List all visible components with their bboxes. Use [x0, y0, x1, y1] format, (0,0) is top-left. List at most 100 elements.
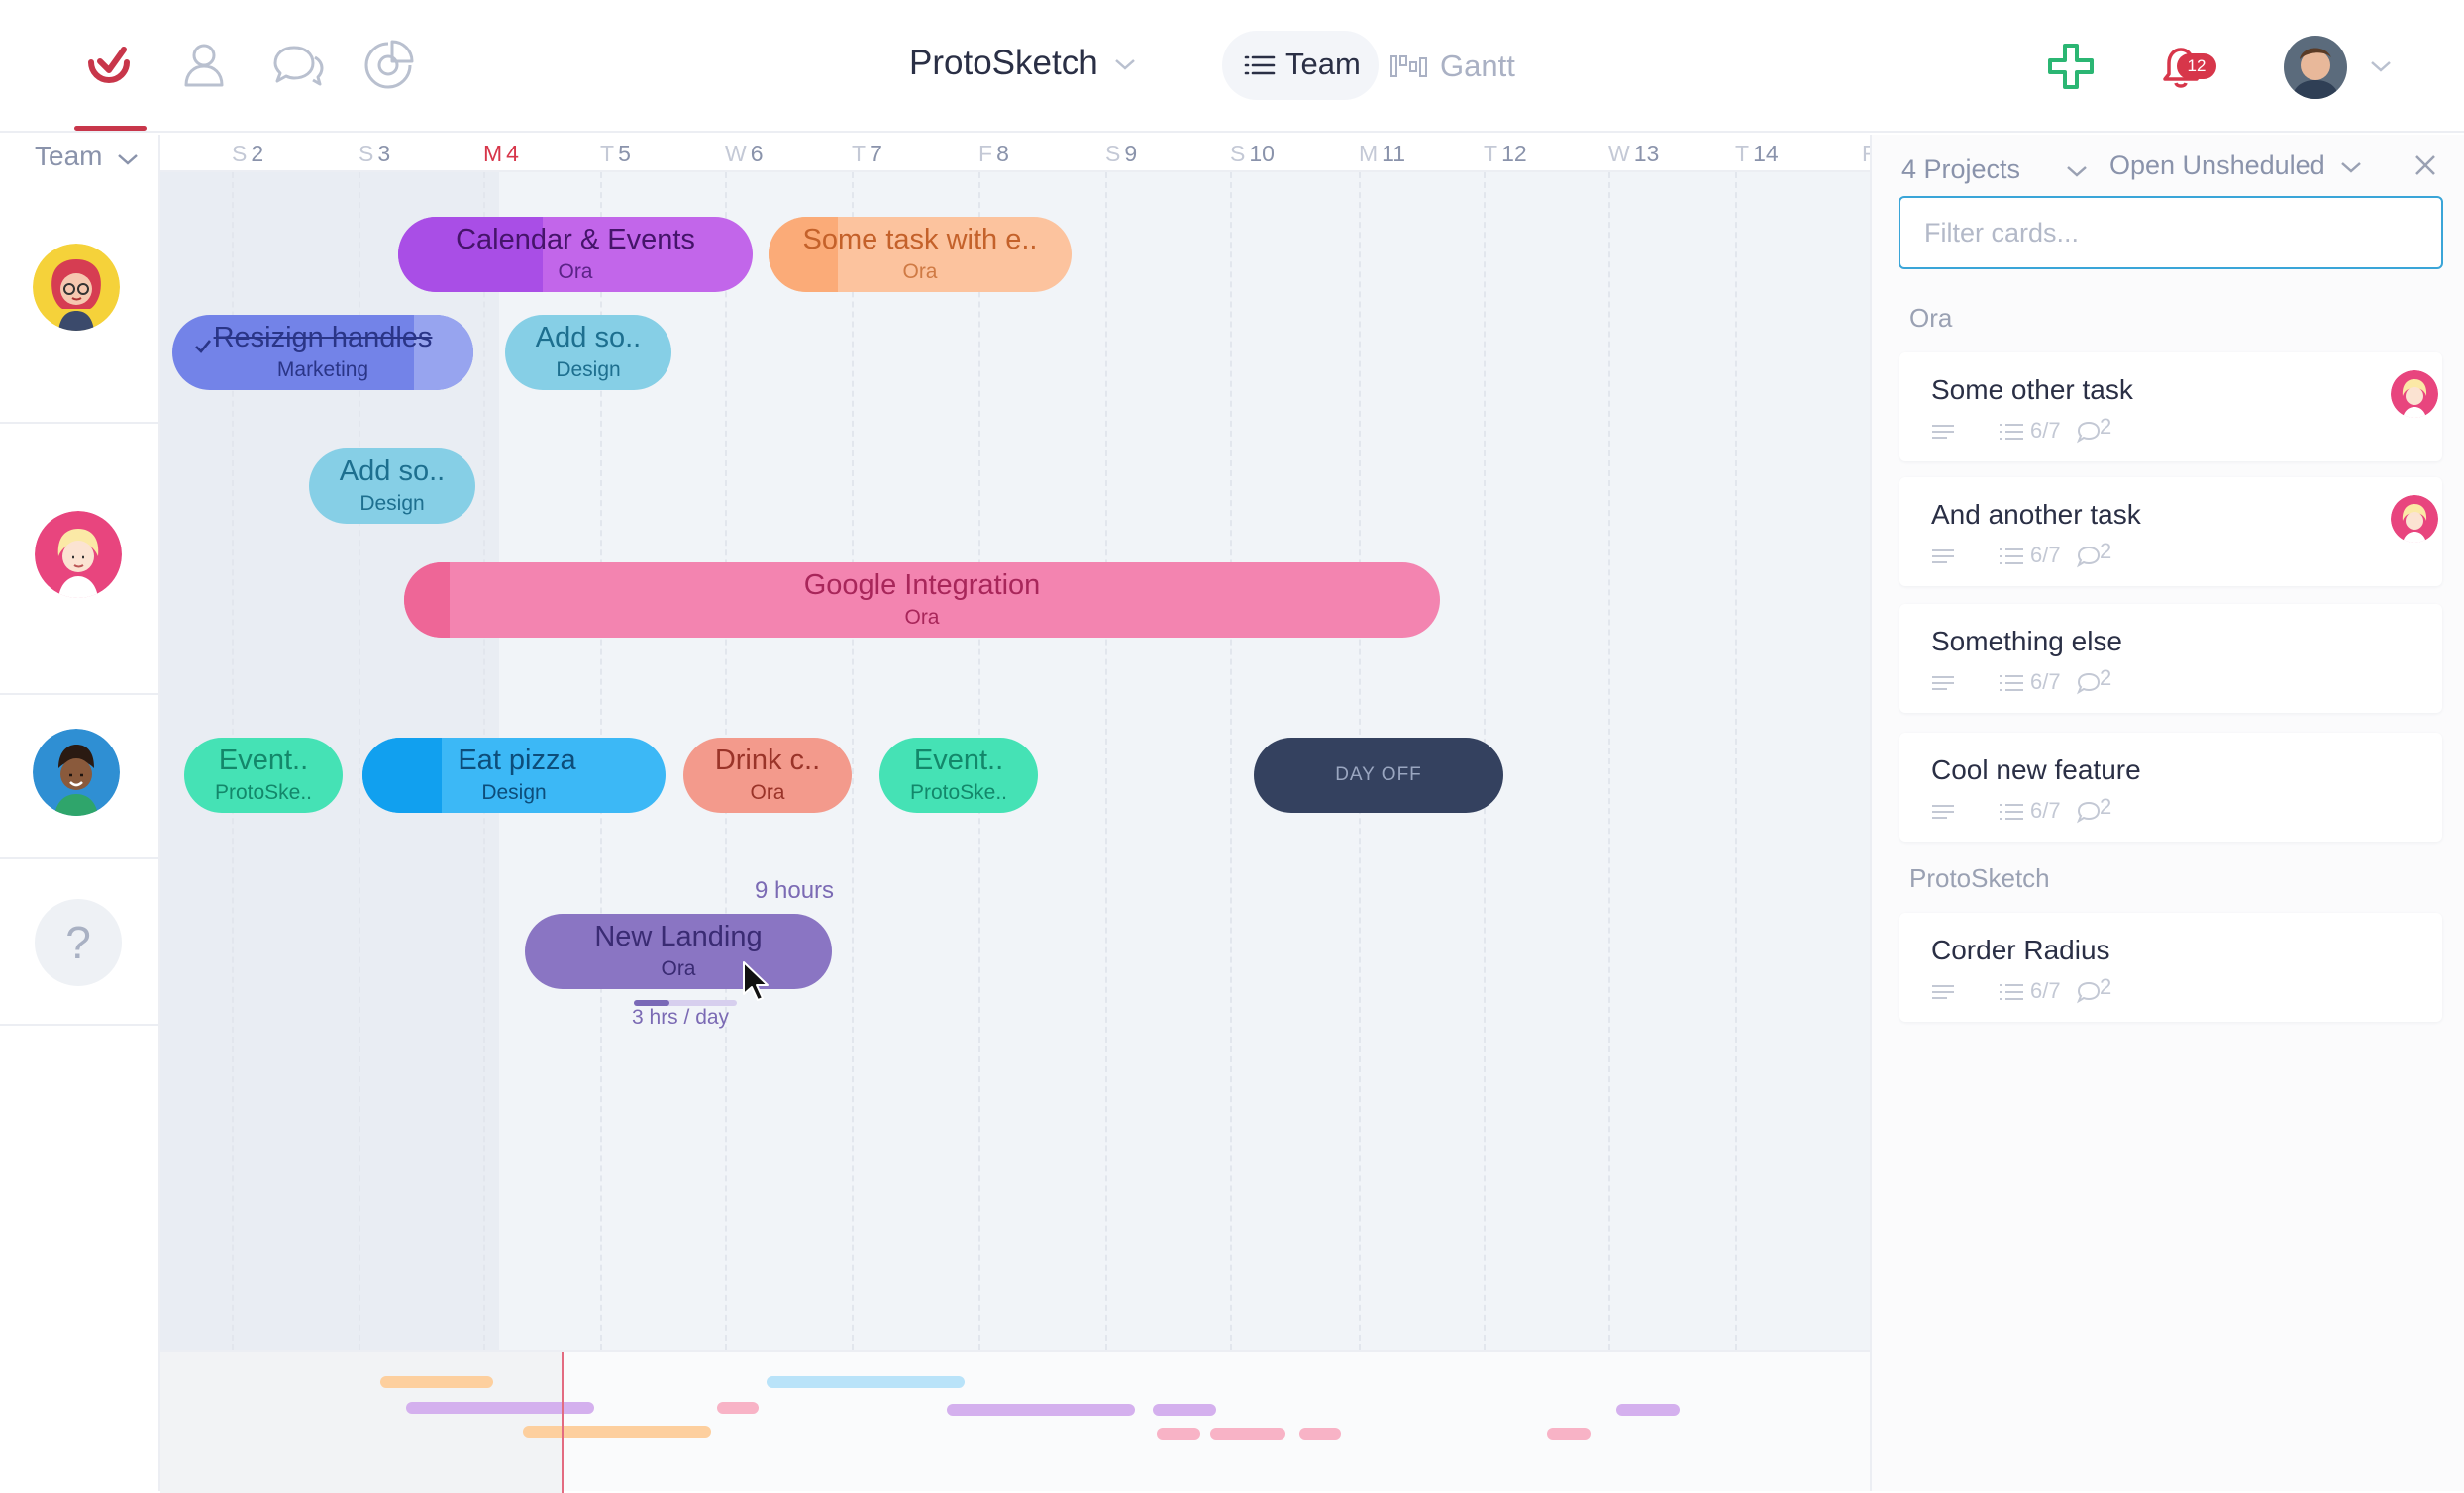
user-avatar[interactable]	[2284, 36, 2347, 99]
avatar[interactable]	[33, 729, 120, 816]
checklist-icon	[2000, 675, 2023, 691]
projects-filter[interactable]: 4 Projects	[1901, 154, 2020, 185]
chevron-down-icon[interactable]	[2065, 162, 2089, 180]
task-title: Resizign handles	[213, 322, 433, 353]
gantt-icon	[1390, 55, 1427, 77]
task-title: Google Integration	[803, 569, 1041, 601]
avatar[interactable]	[33, 244, 120, 331]
checklist-icon	[2000, 424, 2023, 440]
card-title: Something else	[1931, 626, 2123, 656]
assignee-avatar[interactable]	[2391, 370, 2438, 418]
group-label: ProtoSketch	[1909, 863, 2050, 893]
day-label: W6	[725, 141, 764, 166]
task-card[interactable]: Resizign handles Marketing	[172, 315, 473, 390]
unscheduled-card[interactable]: Some other task 6/7 2	[1899, 352, 2442, 461]
row-divider	[0, 422, 158, 424]
unscheduled-card[interactable]: And another task 6/7 2	[1899, 477, 2442, 586]
card-title: Some other task	[1931, 374, 2133, 405]
day-label: T7	[852, 141, 882, 166]
task-project: Design	[556, 358, 621, 381]
day-off-block[interactable]: DAY OFF	[1254, 738, 1503, 813]
day-off-label: DAY OFF	[1335, 764, 1422, 785]
task-card[interactable]: Some task with e.. Ora	[769, 217, 1072, 292]
checklist-icon	[2000, 984, 2023, 1000]
person-icon[interactable]	[174, 36, 234, 95]
day-gridline	[1230, 172, 1232, 1350]
task-card[interactable]: Add so.. Design	[505, 315, 671, 390]
task-card[interactable]: Google Integration Ora	[404, 562, 1440, 638]
task-project: Ora	[661, 957, 696, 980]
day-gridline	[1735, 172, 1737, 1350]
minimap-past-shade	[160, 1352, 563, 1493]
task-card[interactable]: Event.. ProtoSke..	[184, 738, 343, 813]
task-title: Add so..	[535, 322, 642, 353]
minimap-bar	[406, 1402, 594, 1414]
team-selector[interactable]: Team	[35, 141, 138, 172]
add-icon[interactable]	[2046, 42, 2096, 91]
task-title: Some task with e..	[802, 224, 1038, 255]
minimap-bar	[717, 1402, 759, 1414]
task-card[interactable]: Eat pizza Design	[362, 738, 666, 813]
avatar[interactable]	[35, 511, 122, 598]
row-divider	[0, 1024, 158, 1026]
list-icon	[1244, 55, 1276, 75]
task-title: Add so..	[339, 455, 446, 487]
team-selector-label: Team	[35, 141, 103, 171]
comment-count: 2	[2100, 665, 2112, 690]
chevron-down-icon[interactable]	[1113, 55, 1137, 73]
mouse-cursor-icon	[743, 961, 769, 1001]
task-card[interactable]: Event.. ProtoSke..	[879, 738, 1038, 813]
assignee-avatar[interactable]	[2391, 495, 2438, 543]
unscheduled-card[interactable]: Corder Radius 6/7 2	[1899, 913, 2442, 1022]
minimap-bar	[947, 1404, 1135, 1416]
chat-icon[interactable]	[267, 36, 327, 95]
task-card[interactable]: New Landing Ora	[525, 914, 832, 989]
unscheduled-card[interactable]: Cool new feature 6/7 2	[1899, 733, 2442, 842]
unscheduled-card[interactable]: Something else 6/7 2	[1899, 604, 2442, 713]
comment-icon	[2076, 801, 2101, 824]
pie-chart-icon[interactable]	[359, 36, 418, 95]
comment-count: 2	[2100, 794, 2112, 819]
task-title: Event..	[218, 745, 309, 776]
card-title: Corder Radius	[1931, 935, 2110, 965]
logo-icon[interactable]	[79, 36, 139, 95]
description-icon	[1932, 549, 1954, 563]
rate-label: 3 hrs / day	[632, 1006, 730, 1029]
task-card[interactable]: Calendar & Events Ora	[398, 217, 753, 292]
task-project: Ora	[558, 260, 593, 283]
close-icon[interactable]	[2413, 152, 2438, 178]
task-title: Event..	[913, 745, 1004, 776]
minimap-bar	[767, 1376, 965, 1388]
tab-team[interactable]: Team	[1222, 31, 1379, 100]
status-filter[interactable]: Open Unsheduled	[2109, 150, 2325, 181]
unassigned-avatar[interactable]: ?	[35, 899, 122, 986]
chevron-down-icon[interactable]	[2339, 158, 2363, 176]
comment-icon	[2076, 546, 2101, 568]
chevron-down-icon[interactable]	[2369, 57, 2393, 75]
task-card[interactable]: Add so.. Design	[309, 448, 475, 524]
timeline-minimap[interactable]	[160, 1350, 1870, 1493]
task-project: Design	[481, 781, 547, 804]
minimap-bar	[1157, 1428, 1200, 1440]
description-icon	[1932, 805, 1954, 819]
comment-icon	[2076, 981, 2101, 1004]
day-label: S9	[1105, 141, 1138, 166]
minimap-bar	[1299, 1428, 1341, 1440]
top-bar: ProtoSketch Team Gantt 12	[0, 0, 2464, 133]
comment-count: 2	[2100, 414, 2112, 439]
task-title: Drink c..	[714, 745, 821, 776]
project-title[interactable]: ProtoSketch	[909, 44, 1098, 83]
task-card[interactable]: Drink c.. Ora	[683, 738, 852, 813]
task-project: Marketing	[276, 358, 369, 381]
day-label-today: M4	[483, 141, 519, 166]
checklist-count: 6/7	[2030, 418, 2061, 443]
schedule-board[interactable]: Calendar & Events Ora Some task with e..…	[160, 172, 1870, 1350]
task-title: Calendar & Events	[456, 224, 695, 255]
day-label: M 11	[1359, 141, 1406, 166]
unscheduled-panel: 4 Projects Open Unsheduled Ora Some othe…	[1870, 135, 2464, 1491]
card-title: Cool new feature	[1931, 754, 2141, 785]
row-divider	[0, 857, 158, 859]
day-header: S2 S3 M4 T5 W6 T7 F8 S9 S 10 M 11 T 12 W 13 …	[160, 135, 1876, 172]
day-label: T 12	[1484, 141, 1527, 166]
filter-cards-input[interactable]	[1899, 196, 2443, 269]
